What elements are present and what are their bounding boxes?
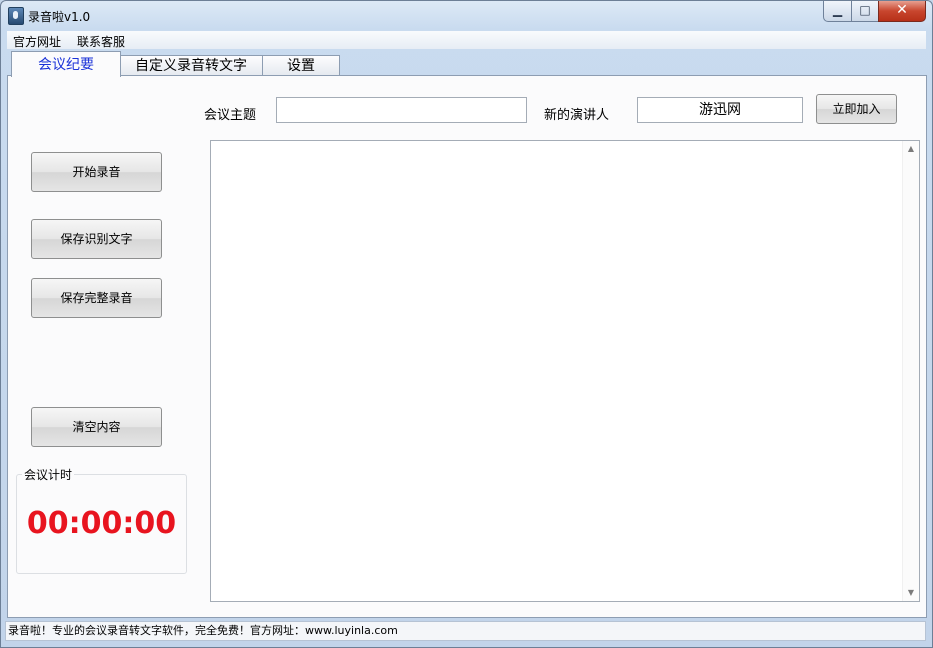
tab-strip: 会议纪要 自定义录音转文字 设置 xyxy=(7,51,926,77)
topic-label: 会议主题 xyxy=(204,108,257,123)
timer-label: 会议计时 xyxy=(22,466,75,483)
scroll-down-icon[interactable]: ▼ xyxy=(903,585,919,601)
transcript-textarea[interactable]: ▲ ▼ xyxy=(210,140,920,602)
timer-display: 00:00:00 xyxy=(26,506,177,541)
close-button[interactable]: ✕ xyxy=(878,1,926,22)
add-speaker-button[interactable]: 立即加入 xyxy=(816,94,897,124)
close-icon: ✕ xyxy=(896,2,908,18)
vertical-scrollbar[interactable]: ▲ ▼ xyxy=(902,141,919,601)
maximize-button[interactable]: □ xyxy=(851,1,879,22)
minimize-icon: ▁ xyxy=(832,3,843,17)
tab-meeting-minutes[interactable]: 会议纪要 xyxy=(11,51,121,77)
speaker-label: 新的演讲人 xyxy=(544,108,610,123)
menu-official-site[interactable]: 官方网址 xyxy=(13,33,61,50)
topic-input[interactable] xyxy=(276,97,527,123)
title-bar[interactable]: 录音啦v1.0 ▁ □ ✕ xyxy=(1,1,932,31)
save-audio-button[interactable]: 保存完整录音 xyxy=(31,278,162,318)
tab-panel-meeting: 会议主题 新的演讲人 游迅网 立即加入 开始录音 保存识别文字 保存完整录音 清… xyxy=(7,75,927,618)
menu-contact-support[interactable]: 联系客服 xyxy=(77,33,125,50)
window-title: 录音啦v1.0 xyxy=(28,10,91,24)
speaker-input[interactable]: 游迅网 xyxy=(637,97,803,123)
maximize-icon: □ xyxy=(859,3,871,17)
status-bar: 录音啦！专业的会议录音转文字软件，完全免费！官方网址：www.luyinla.c… xyxy=(5,621,926,641)
menu-bar: 官方网址 联系客服 xyxy=(7,31,926,49)
app-microphone-icon xyxy=(8,7,24,25)
tab-settings[interactable]: 设置 xyxy=(262,55,340,76)
clear-content-button[interactable]: 清空内容 xyxy=(31,407,162,447)
tab-custom-transcription[interactable]: 自定义录音转文字 xyxy=(119,55,263,76)
status-text: 录音啦！专业的会议录音转文字软件，完全免费！官方网址：www.luyinla.c… xyxy=(8,624,398,637)
minimize-button[interactable]: ▁ xyxy=(823,1,852,22)
app-window: 录音啦v1.0 ▁ □ ✕ 官方网址 联系客服 会议纪要 自定义录音转文字 设置… xyxy=(0,0,933,648)
save-text-button[interactable]: 保存识别文字 xyxy=(31,219,162,259)
scroll-up-icon[interactable]: ▲ xyxy=(903,141,919,157)
start-recording-button[interactable]: 开始录音 xyxy=(31,152,162,192)
